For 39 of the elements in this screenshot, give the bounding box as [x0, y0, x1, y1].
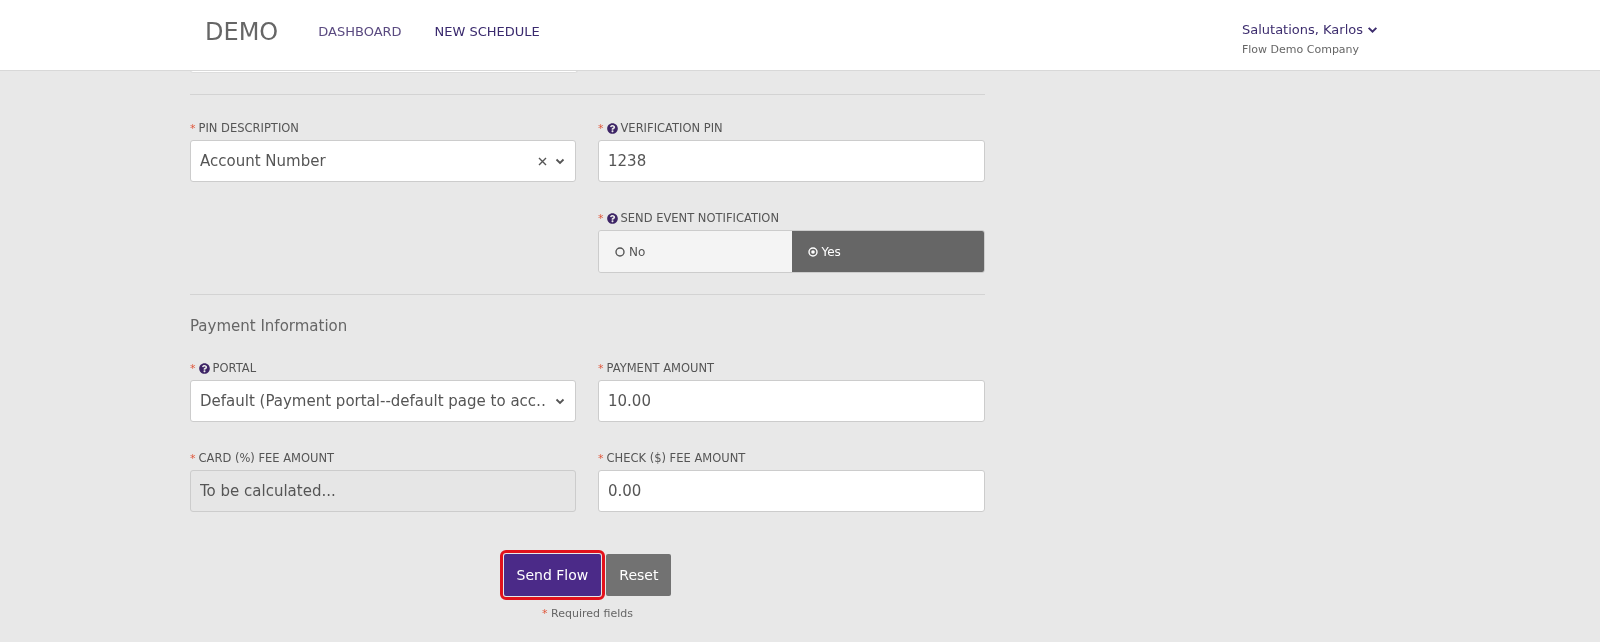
required-mark: *	[598, 211, 604, 225]
input-field[interactable]: To be calculated...	[190, 470, 576, 512]
label-text: CARD (%) FEE AMOUNT	[198, 451, 335, 465]
logo[interactable]: DEMO	[205, 18, 279, 46]
required-mark: *	[598, 361, 604, 375]
required-mark: *	[598, 121, 604, 135]
radio-option[interactable]: No	[599, 231, 792, 272]
help-icon[interactable]	[606, 212, 618, 224]
chevron-down-icon	[555, 156, 565, 166]
radio-checked-icon	[807, 246, 818, 257]
nav-link[interactable]: DASHBOARD	[318, 24, 402, 39]
label-text: PAYMENT AMOUNT	[606, 361, 715, 375]
help-icon[interactable]	[198, 362, 210, 374]
select-field[interactable]: Account Number	[190, 140, 576, 182]
help-icon[interactable]	[606, 122, 618, 134]
user-menu[interactable]: Salutations, Karlos	[1241, 22, 1378, 37]
nav-link[interactable]: NEW SCHEDULE	[434, 24, 540, 39]
clear-icon[interactable]	[538, 156, 547, 166]
radio-icon	[615, 246, 625, 257]
radio-option[interactable]: Yes	[791, 231, 984, 272]
label-text: PIN DESCRIPTION	[198, 121, 299, 135]
required-mark: *	[598, 451, 604, 465]
section-title: Payment Information	[190, 317, 349, 335]
label-text: VERIFICATION PIN	[620, 121, 723, 135]
required-mark: *	[190, 451, 196, 465]
label-text: SEND EVENT NOTIFICATION	[620, 211, 779, 225]
input-field[interactable]: 10.00	[598, 380, 985, 422]
required-note: * Required fields	[541, 607, 634, 620]
select-field[interactable]: Default (Payment portal--default page to acc…	[190, 380, 576, 422]
input-field[interactable]: 1238	[598, 140, 985, 182]
chevron-down-icon	[1367, 24, 1378, 35]
company-name: Flow Demo Company	[1241, 43, 1361, 56]
reset-button[interactable]: Reset	[606, 554, 672, 596]
chevron-down-icon	[555, 396, 565, 406]
required-mark: *	[190, 121, 196, 135]
label-text: CHECK ($) FEE AMOUNT	[606, 451, 746, 465]
input-field[interactable]: 0.00	[598, 470, 985, 512]
required-mark: *	[190, 361, 196, 375]
label-text: PORTAL	[212, 361, 257, 375]
